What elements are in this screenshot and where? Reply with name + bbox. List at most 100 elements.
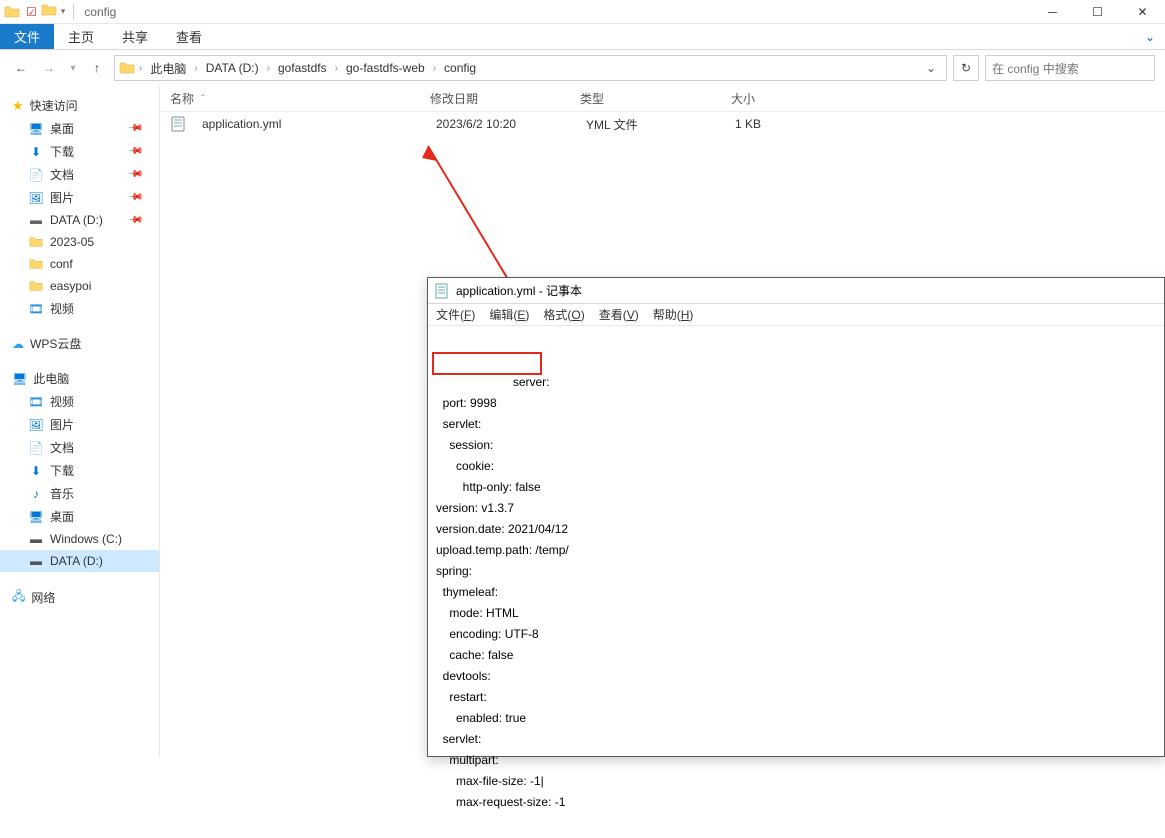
chevron-right-icon[interactable]: ›: [333, 63, 340, 74]
drive-icon: ▬: [28, 531, 44, 547]
sidebar-wps-cloud[interactable]: ☁ WPS云盘: [0, 332, 159, 355]
sidebar-item-desktop-pc[interactable]: 🖥桌面: [0, 505, 159, 528]
column-date[interactable]: 修改日期: [420, 90, 570, 107]
qat-dropdown-icon[interactable]: ▾: [61, 6, 66, 17]
tab-home[interactable]: 主页: [54, 24, 108, 49]
navigation-bar: ← → ▾ ↑ › 此电脑 › DATA (D:) › gofastdfs › …: [0, 50, 1165, 86]
file-list-pane: 名称ˆ 修改日期 类型 大小 application.yml 2023/6/2 …: [160, 86, 1165, 757]
address-bar[interactable]: › 此电脑 › DATA (D:) › gofastdfs › go-fastd…: [114, 55, 947, 81]
window-folder-icon: [4, 4, 20, 20]
tab-share[interactable]: 共享: [108, 24, 162, 49]
notepad-menu-help[interactable]: 帮助(H): [653, 306, 694, 323]
sidebar-label: 快速访问: [30, 97, 78, 114]
notepad-window[interactable]: application.yml - 记事本 文件(F) 编辑(E) 格式(O) …: [427, 277, 1165, 757]
sidebar-item-conf[interactable]: conf: [0, 253, 159, 275]
qat-new-folder-icon[interactable]: [41, 2, 57, 21]
address-folder-icon: [119, 60, 135, 76]
sidebar-item-pictures-pc[interactable]: 🖼图片: [0, 413, 159, 436]
drive-icon: ▬: [28, 553, 44, 569]
sidebar-item-2023-05[interactable]: 2023-05: [0, 231, 159, 253]
sidebar-item-pictures[interactable]: 🖼图片📌: [0, 186, 159, 209]
sidebar-item-drive-c[interactable]: ▬Windows (C:): [0, 528, 159, 550]
pin-icon: 📌: [126, 212, 143, 229]
column-size[interactable]: 大小: [685, 90, 765, 107]
nav-forward-button[interactable]: →: [38, 57, 60, 79]
sidebar-item-downloads[interactable]: ⬇下载📌: [0, 140, 159, 163]
chevron-right-icon[interactable]: ›: [137, 63, 144, 74]
breadcrumb-this-pc[interactable]: 此电脑: [146, 60, 190, 77]
video-icon: 🎞: [28, 394, 44, 410]
chevron-right-icon[interactable]: ›: [265, 63, 272, 74]
network-icon: 🖧: [12, 587, 25, 608]
sidebar-item-drive-d-pc[interactable]: ▬DATA (D:): [0, 550, 159, 572]
sidebar-label: WPS云盘: [30, 335, 81, 352]
breadcrumb-go-fastdfs-web[interactable]: go-fastdfs-web: [342, 61, 429, 75]
quick-access-toolbar: ☑ ▾: [22, 2, 69, 21]
notepad-menu-edit[interactable]: 编辑(E): [489, 306, 529, 323]
nav-back-button[interactable]: ←: [10, 57, 32, 79]
notepad-icon: [434, 283, 450, 299]
maximize-button[interactable]: ☐: [1075, 0, 1120, 24]
main-area: ★ 快速访问 🖥桌面📌 ⬇下载📌 📄文档📌 🖼图片📌 ▬DATA (D:)📌 2…: [0, 86, 1165, 757]
titlebar-separator: [73, 4, 74, 20]
tab-view[interactable]: 查看: [162, 24, 216, 49]
ribbon-help-icon[interactable]: ⌄: [1135, 24, 1165, 49]
download-icon: ⬇: [28, 463, 44, 479]
refresh-button[interactable]: ↻: [953, 55, 979, 81]
sidebar-item-easypoi[interactable]: easypoi: [0, 275, 159, 297]
file-row[interactable]: application.yml 2023/6/2 10:20 YML 文件 1 …: [160, 112, 1165, 136]
picture-icon: 🖼: [28, 190, 44, 206]
file-tab[interactable]: 文件: [0, 24, 54, 49]
document-icon: 📄: [28, 167, 44, 183]
drive-icon: ▬: [28, 212, 44, 228]
notepad-menu-file[interactable]: 文件(F): [436, 306, 475, 323]
nav-up-button[interactable]: ↑: [86, 57, 108, 79]
notepad-menubar: 文件(F) 编辑(E) 格式(O) 查看(V) 帮助(H): [428, 304, 1164, 326]
desktop-icon: 🖥: [28, 121, 44, 137]
chevron-right-icon[interactable]: ›: [192, 63, 199, 74]
sidebar-item-drive-d[interactable]: ▬DATA (D:)📌: [0, 209, 159, 231]
file-date: 2023/6/2 10:20: [426, 117, 576, 131]
annotation-highlight-box: [432, 352, 542, 375]
notepad-menu-format[interactable]: 格式(O): [543, 306, 584, 323]
nav-history-dropdown[interactable]: ▾: [66, 57, 80, 79]
picture-icon: 🖼: [28, 417, 44, 433]
address-dropdown-icon[interactable]: ⌄: [920, 61, 942, 75]
sidebar-item-documents[interactable]: 📄文档📌: [0, 163, 159, 186]
breadcrumb-drive[interactable]: DATA (D:): [202, 61, 263, 75]
sidebar-item-video[interactable]: 🎞视频: [0, 297, 159, 320]
folder-icon: [28, 256, 44, 272]
navigation-pane: ★ 快速访问 🖥桌面📌 ⬇下载📌 📄文档📌 🖼图片📌 ▬DATA (D:)📌 2…: [0, 86, 160, 757]
sidebar-network[interactable]: 🖧 网络: [0, 584, 159, 611]
video-icon: 🎞: [28, 301, 44, 317]
notepad-titlebar[interactable]: application.yml - 记事本: [428, 278, 1164, 304]
folder-icon: [28, 278, 44, 294]
column-type[interactable]: 类型: [570, 90, 685, 107]
star-icon: ★: [12, 98, 24, 114]
sidebar-item-desktop[interactable]: 🖥桌面📌: [0, 117, 159, 140]
download-icon: ⬇: [28, 144, 44, 160]
notepad-title-text: application.yml - 记事本: [456, 282, 582, 299]
file-type: YML 文件: [576, 116, 691, 133]
chevron-right-icon[interactable]: ›: [431, 63, 438, 74]
sidebar-quick-access[interactable]: ★ 快速访问: [0, 94, 159, 117]
pin-icon: 📌: [126, 143, 143, 160]
qat-properties-icon[interactable]: ☑: [26, 5, 37, 19]
file-size: 1 KB: [691, 117, 771, 131]
breadcrumb-gofastdfs[interactable]: gofastdfs: [274, 61, 331, 75]
document-icon: 📄: [28, 440, 44, 456]
minimize-button[interactable]: ─: [1030, 0, 1075, 24]
sidebar-this-pc[interactable]: 🖥 此电脑: [0, 367, 159, 390]
sidebar-item-downloads-pc[interactable]: ⬇下载: [0, 459, 159, 482]
sidebar-item-video-pc[interactable]: 🎞视频: [0, 390, 159, 413]
search-input[interactable]: 在 config 中搜索: [985, 55, 1155, 81]
music-icon: ♪: [28, 486, 44, 502]
yml-file-icon: [170, 116, 186, 132]
notepad-menu-view[interactable]: 查看(V): [599, 306, 639, 323]
sidebar-item-music[interactable]: ♪音乐: [0, 482, 159, 505]
notepad-text-area[interactable]: server: port: 9998 servlet: session: coo…: [428, 326, 1164, 838]
sidebar-item-documents-pc[interactable]: 📄文档: [0, 436, 159, 459]
close-button[interactable]: ✕: [1120, 0, 1165, 24]
breadcrumb-config[interactable]: config: [440, 61, 480, 75]
column-name[interactable]: 名称ˆ: [160, 90, 420, 107]
